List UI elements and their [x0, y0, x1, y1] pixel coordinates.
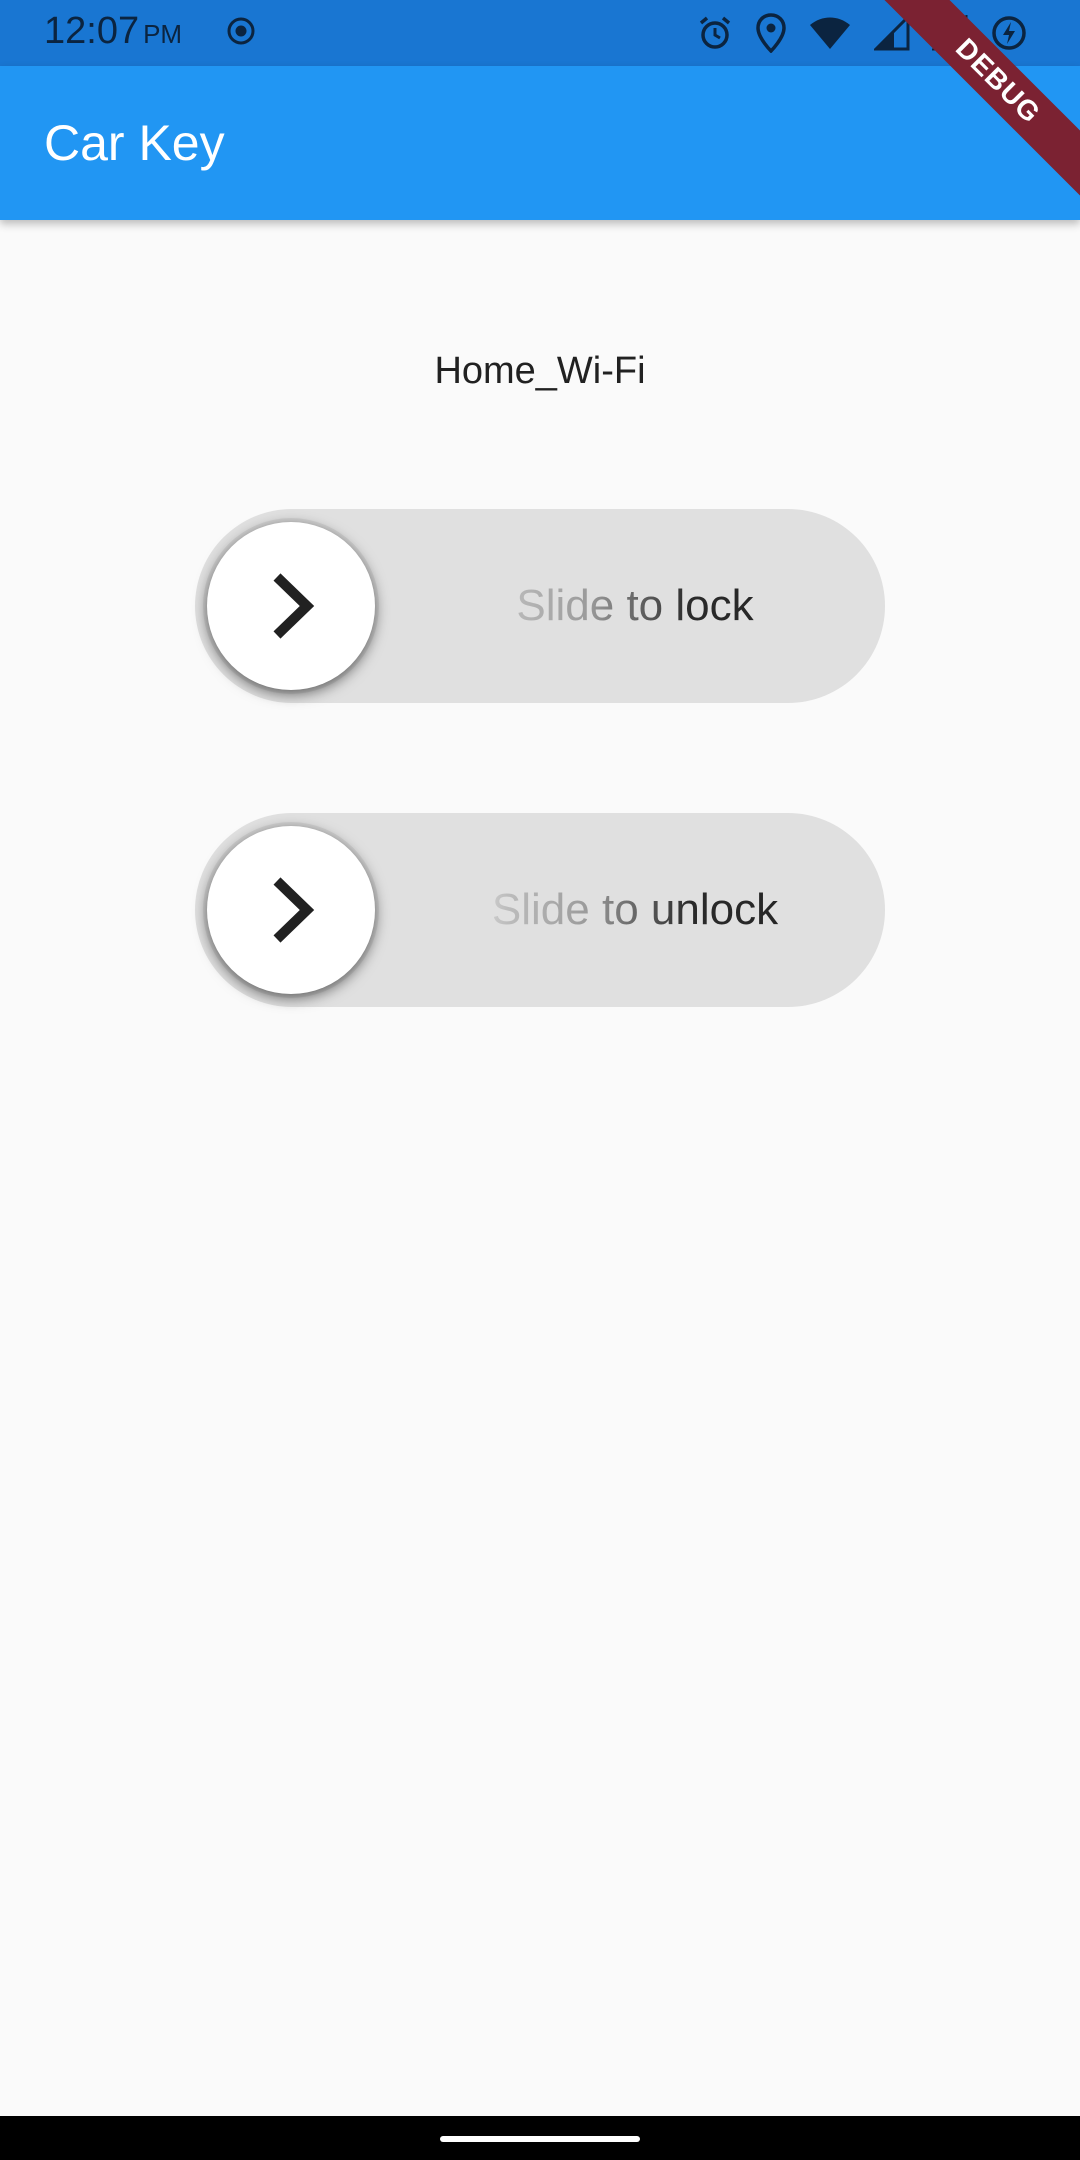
slide-to-unlock-slider[interactable]: Slide to unlock [195, 813, 885, 1007]
slider-knob[interactable] [207, 826, 375, 994]
location-icon [756, 13, 786, 53]
slider-label-text: Slide to lock [516, 581, 754, 630]
page-title: Car Key [44, 115, 225, 171]
slide-to-lock-slider[interactable]: Slide to lock [195, 509, 885, 703]
status-time-ampm: PM [143, 19, 183, 49]
chevron-right-icon [273, 877, 315, 943]
wifi-icon [810, 17, 850, 49]
home-gesture-handle[interactable] [440, 2136, 640, 2142]
navigation-bar [0, 2116, 1080, 2160]
slider-label: Slide to lock [375, 509, 885, 703]
slider-knob[interactable] [207, 522, 375, 690]
record-icon [227, 17, 255, 45]
status-time-value: 12:07 [44, 10, 140, 52]
chevron-right-icon [273, 573, 315, 639]
slider-label-text: Slide to unlock [491, 885, 779, 934]
app-bar: Car Key [0, 66, 1080, 220]
status-time: 12:07 PM [44, 10, 182, 53]
screen: 12:07 PM Car Key DEBUG Home_Wi-Fi Slide … [0, 0, 1080, 2160]
alarm-icon [699, 16, 731, 49]
slider-label: Slide to unlock [375, 813, 885, 1007]
network-name: Home_Wi-Fi [434, 350, 646, 392]
